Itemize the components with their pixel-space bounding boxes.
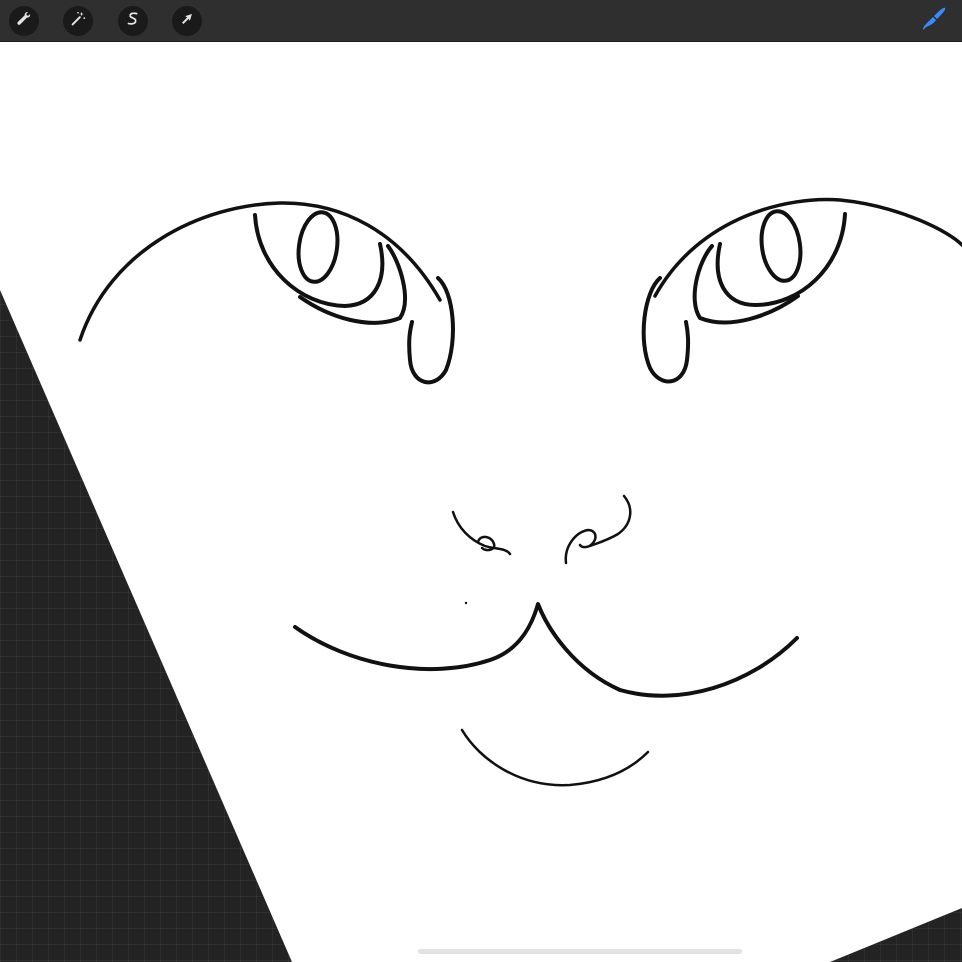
adjustments-button[interactable]: [63, 6, 93, 36]
transform-button[interactable]: [172, 6, 202, 36]
wrench-icon: [15, 10, 33, 33]
top-toolbar: [0, 0, 962, 42]
canvas-paper[interactable]: [0, 40, 962, 962]
drawing-canvas[interactable]: [0, 0, 962, 962]
brush-icon: [920, 4, 950, 39]
brush-button[interactable]: [919, 5, 951, 37]
arrow-cursor-icon: [178, 10, 196, 33]
stray-dot: [464, 601, 468, 605]
selection-s-icon: [124, 10, 142, 33]
magic-wand-icon: [69, 10, 87, 33]
selection-button[interactable]: [118, 6, 148, 36]
actions-button[interactable]: [9, 6, 39, 36]
home-indicator[interactable]: [418, 949, 742, 954]
